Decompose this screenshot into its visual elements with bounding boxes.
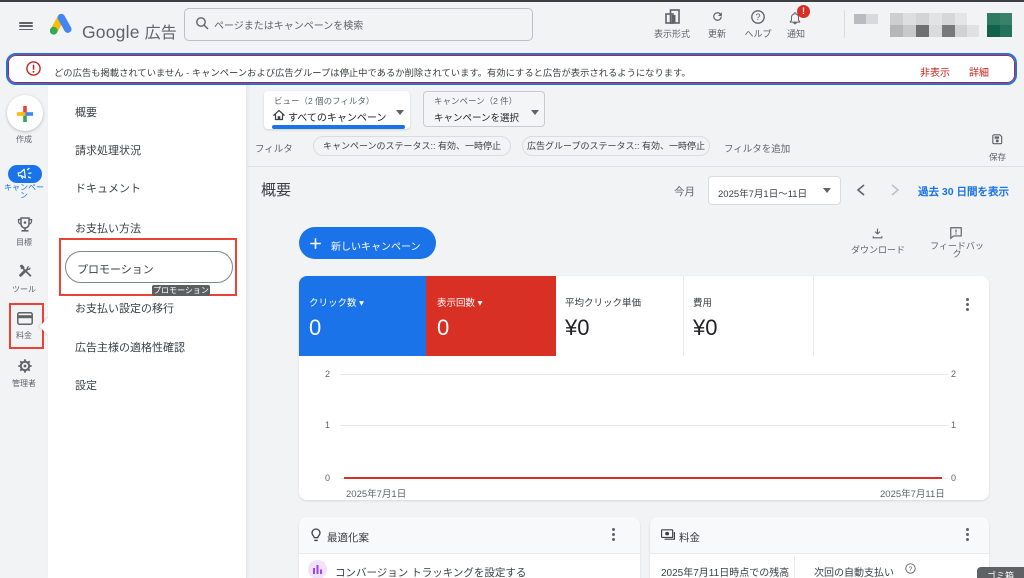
svg-text:?: ? [755, 12, 760, 22]
svg-text:?: ? [909, 566, 913, 573]
